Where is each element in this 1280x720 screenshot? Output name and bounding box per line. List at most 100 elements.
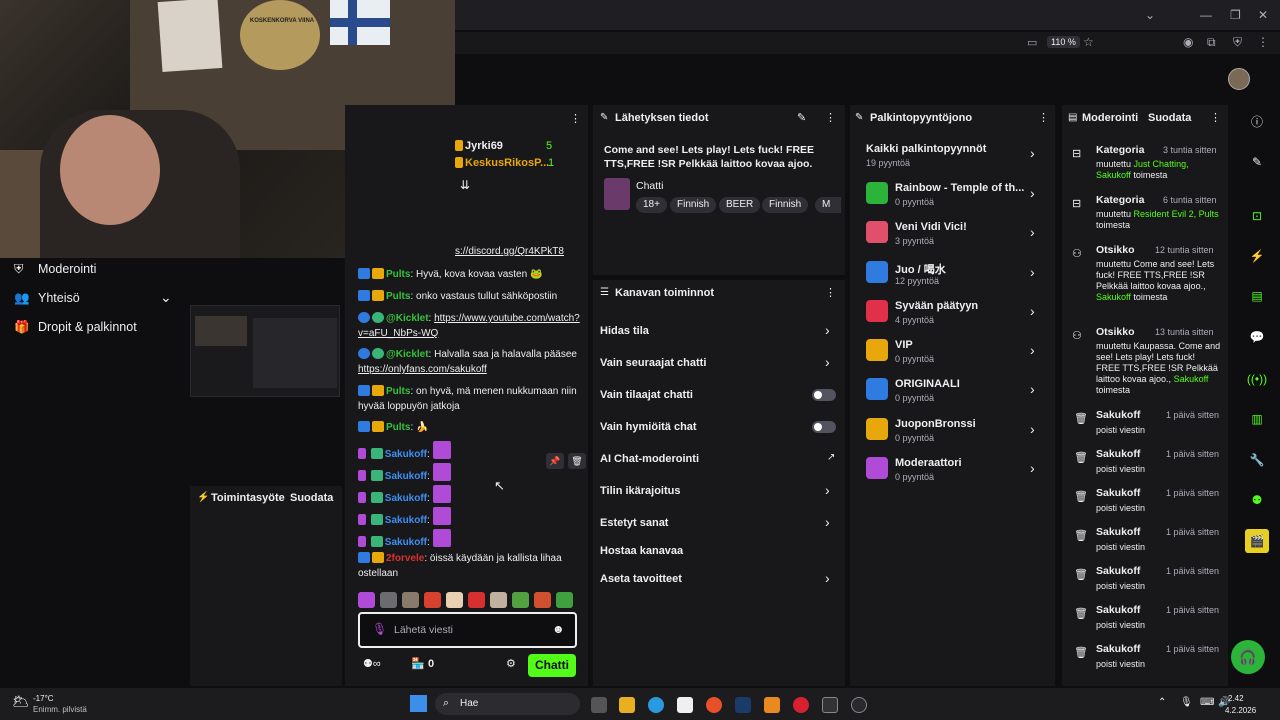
reward-name[interactable]: Rainbow - Temple of th... xyxy=(895,182,1024,194)
action-aseta-tavoitteet[interactable]: Aseta tavoitteet › xyxy=(593,568,845,590)
profile-icon[interactable]: ◉ xyxy=(1183,35,1193,49)
tag[interactable]: BEER xyxy=(719,197,761,213)
moderation-filter[interactable]: Suodata xyxy=(1148,112,1191,124)
weather-icon[interactable]: 🌥 xyxy=(12,693,30,710)
pinned-link[interactable]: s://discord.gg/Qr4KPkT8 xyxy=(455,246,564,257)
activity-filter[interactable]: Suodata xyxy=(290,492,333,504)
layout-icon[interactable]: ▥ xyxy=(1245,407,1269,431)
chevron-right-icon[interactable]: › xyxy=(1030,381,1035,397)
task-view-icon[interactable] xyxy=(591,697,607,713)
chevron-down-icon[interactable]: ⌄ xyxy=(160,289,172,306)
trash-icon[interactable]: 🗑 xyxy=(568,453,586,469)
microphone-icon[interactable]: 🎙 xyxy=(1180,697,1193,708)
chat-input[interactable]: Lähetä viesti xyxy=(394,624,453,636)
all-rewards-row[interactable]: Kaikki palkintopyynnöt 19 pyyntöä › xyxy=(850,140,1055,172)
chat-input-box[interactable]: 🎙 Lähetä viesti ☻ xyxy=(358,612,577,648)
reward-name[interactable]: ORIGINAALI xyxy=(895,378,960,390)
tag[interactable]: M xyxy=(815,197,841,213)
obs-icon[interactable] xyxy=(851,697,867,713)
network-icon[interactable]: ⌨ xyxy=(1200,697,1214,708)
shield-icon[interactable]: ⛨ xyxy=(1233,35,1242,50)
info-icon[interactable]: ⓘ xyxy=(1245,110,1269,134)
tag[interactable]: Finnish xyxy=(670,197,717,213)
top-user[interactable]: Jyrki69 xyxy=(455,140,503,152)
extensions-icon[interactable]: ⧉ xyxy=(1207,35,1216,50)
support-icon[interactable]: 🎧 xyxy=(1231,640,1265,674)
action-hidas-tila[interactable]: Hidas tila › xyxy=(593,320,845,342)
nav-yhteiso[interactable]: 👥 Yhteisö xyxy=(14,291,80,306)
reward-name[interactable]: Moderaattori xyxy=(895,457,962,469)
document-icon[interactable]: ▤ xyxy=(1245,284,1269,308)
panel-menu-icon[interactable]: ⋮ xyxy=(1210,111,1221,124)
file-explorer-icon[interactable] xyxy=(619,697,635,713)
chevron-right-icon[interactable]: › xyxy=(1030,264,1035,280)
chevron-right-icon[interactable]: › xyxy=(1030,303,1035,319)
windows-start-icon[interactable] xyxy=(410,695,427,712)
reward-name[interactable]: Syvään päätyyn xyxy=(895,300,978,312)
action-tilin-ikarajoitus[interactable]: Tilin ikärajoitus › xyxy=(593,480,845,502)
gear-icon[interactable]: ⚙ xyxy=(506,657,516,670)
panel-menu-icon[interactable]: ⋮ xyxy=(1038,111,1049,124)
vlc-icon[interactable] xyxy=(764,697,780,713)
chat-icon[interactable]: 💬 xyxy=(1245,325,1269,349)
category-name[interactable]: Chatti xyxy=(636,180,663,192)
stream-preview[interactable] xyxy=(190,305,340,397)
panel-menu-icon[interactable]: ⋮ xyxy=(825,111,836,124)
lightning-icon[interactable]: ⚡ xyxy=(1245,244,1269,268)
opera-icon[interactable] xyxy=(793,697,809,713)
reward-name[interactable]: VIP xyxy=(895,339,913,351)
bookmark-star-icon[interactable]: ☆ xyxy=(1083,35,1094,49)
broadcast-icon[interactable]: ((•)) xyxy=(1245,367,1269,391)
steam-icon[interactable] xyxy=(735,697,751,713)
send-chat-button[interactable]: Chatti xyxy=(528,654,576,677)
top-user[interactable]: KeskusRikosP... xyxy=(455,157,549,169)
taskbar-search[interactable]: ⌕ Hae xyxy=(435,693,580,715)
chat-menu-icon[interactable]: ⋮ xyxy=(570,112,581,125)
scan-icon[interactable]: ⊡ xyxy=(1245,204,1269,228)
action-ai-moderointi[interactable]: AI Chat-moderointi ↗ xyxy=(593,448,845,470)
tag[interactable]: 18+ xyxy=(636,197,667,213)
clock-date[interactable]: 4.2.2026 xyxy=(1225,706,1256,715)
subscriber-only-toggle[interactable] xyxy=(812,389,836,401)
emote-only-toggle[interactable] xyxy=(812,421,836,433)
microphone-icon[interactable]: 🎙 xyxy=(372,622,387,636)
chevron-right-icon[interactable]: › xyxy=(1030,342,1035,358)
action-vain-seuraajat[interactable]: Vain seuraajat chatti › xyxy=(593,352,845,374)
edge-icon[interactable] xyxy=(648,697,664,713)
chevron-right-icon[interactable]: › xyxy=(1030,421,1035,437)
zoom-level[interactable]: 110 % xyxy=(1047,36,1080,48)
screen-icon[interactable]: ▭ xyxy=(1027,36,1037,49)
reward-name[interactable]: Veni Vidi Vici! xyxy=(895,221,967,233)
pin-icon[interactable]: 📌 xyxy=(546,453,564,469)
store-icon[interactable]: 🏪 xyxy=(411,657,425,670)
chevron-down-icon[interactable]: ⌄ xyxy=(1145,8,1155,22)
community-icon[interactable]: ⚉∞ xyxy=(363,657,381,670)
clock-time[interactable]: 2.42 xyxy=(1228,694,1244,703)
emote-bar[interactable] xyxy=(358,592,577,608)
nav-dropit[interactable]: 🎁 Dropit & palkinnot xyxy=(14,320,137,335)
edit-icon[interactable]: ✎ xyxy=(1245,150,1269,174)
chevron-right-icon[interactable]: › xyxy=(1030,185,1035,201)
community-icon[interactable]: ⚉ xyxy=(1245,488,1269,512)
action-hostaa-kanavaa[interactable]: Hostaa kanavaa xyxy=(593,540,845,562)
menu-icon[interactable]: ⋮ xyxy=(1257,35,1269,49)
nav-moderointi[interactable]: ⛨ Moderointi xyxy=(14,262,96,277)
terminal-icon[interactable] xyxy=(822,697,838,713)
reward-name[interactable]: JuoponBronssi xyxy=(895,418,976,430)
close-icon[interactable]: ✕ xyxy=(1258,8,1268,22)
expand-icon[interactable]: ⇊ xyxy=(460,178,470,192)
avatar[interactable] xyxy=(1228,68,1250,90)
chevron-right-icon[interactable]: › xyxy=(1030,460,1035,476)
wrench-icon[interactable]: 🔧 xyxy=(1245,448,1269,472)
maximize-icon[interactable]: ❐ xyxy=(1230,8,1241,22)
edit-icon[interactable]: ✎ xyxy=(797,111,806,124)
emoji-icon[interactable]: ☻ xyxy=(552,622,565,636)
panel-menu-icon[interactable]: ⋮ xyxy=(825,286,836,299)
action-estetyt-sanat[interactable]: Estetyt sanat › xyxy=(593,512,845,534)
reward-name[interactable]: Juo / 喝水 xyxy=(895,261,946,277)
firefox-icon[interactable] xyxy=(706,697,722,713)
minimize-icon[interactable]: — xyxy=(1200,8,1212,22)
chevron-up-icon[interactable]: ⌃ xyxy=(1158,697,1166,708)
chevron-right-icon[interactable]: › xyxy=(1030,224,1035,240)
tag[interactable]: Finnish xyxy=(762,197,809,213)
